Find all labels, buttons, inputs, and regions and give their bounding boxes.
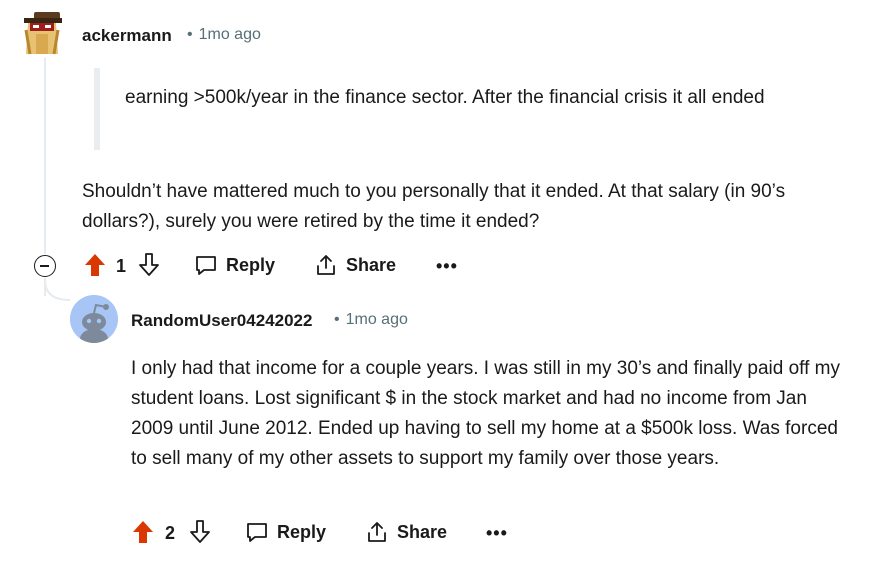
username[interactable]: RandomUser04242022 xyxy=(131,311,312,331)
comment-icon xyxy=(196,256,216,275)
share-icon xyxy=(317,255,335,275)
timestamp-text: 1mo ago xyxy=(198,26,261,43)
timestamp: • 1mo ago xyxy=(187,26,261,44)
timestamp: • 1mo ago xyxy=(334,311,408,329)
reply-label: Reply xyxy=(277,521,327,542)
comment-body: I only had that income for a couple year… xyxy=(131,358,840,469)
downvote-button[interactable] xyxy=(189,520,211,544)
username[interactable]: ackermann xyxy=(82,26,172,46)
quote-bar xyxy=(94,68,100,150)
separator-dot: • xyxy=(334,311,340,328)
upvote-button[interactable] xyxy=(132,520,154,544)
share-button[interactable]: Share xyxy=(314,253,396,277)
avatar[interactable] xyxy=(20,10,64,56)
share-icon xyxy=(368,522,386,542)
comment-icon xyxy=(247,523,267,542)
timestamp-text: 1mo ago xyxy=(345,311,408,328)
downvote-icon xyxy=(190,520,210,543)
upvote-button[interactable] xyxy=(84,253,106,277)
share-label: Share xyxy=(397,521,448,542)
reply-button[interactable]: Reply xyxy=(245,520,326,544)
vote-count: 2 xyxy=(165,523,176,543)
upvote-icon xyxy=(85,254,105,276)
share-button[interactable]: Share xyxy=(365,520,447,544)
downvote-button[interactable] xyxy=(138,253,160,277)
upvote-icon xyxy=(133,521,153,543)
share-label: Share xyxy=(346,254,397,275)
more-options-button[interactable]: ••• xyxy=(486,523,508,544)
comment-body: Shouldn’t have mattered much to you pers… xyxy=(82,181,786,232)
reply-button[interactable]: Reply xyxy=(194,253,275,277)
downvote-icon xyxy=(139,253,159,276)
thread-line-curve xyxy=(44,280,71,301)
more-options-button[interactable]: ••• xyxy=(436,256,458,277)
collapse-button[interactable] xyxy=(34,255,56,277)
separator-dot: • xyxy=(187,26,193,43)
reply-label: Reply xyxy=(226,254,276,275)
vote-count: 1 xyxy=(116,256,127,276)
quote-text: earning >500k/year in the finance sector… xyxy=(125,87,765,108)
thread-line-main xyxy=(44,58,46,254)
avatar[interactable] xyxy=(70,295,118,343)
